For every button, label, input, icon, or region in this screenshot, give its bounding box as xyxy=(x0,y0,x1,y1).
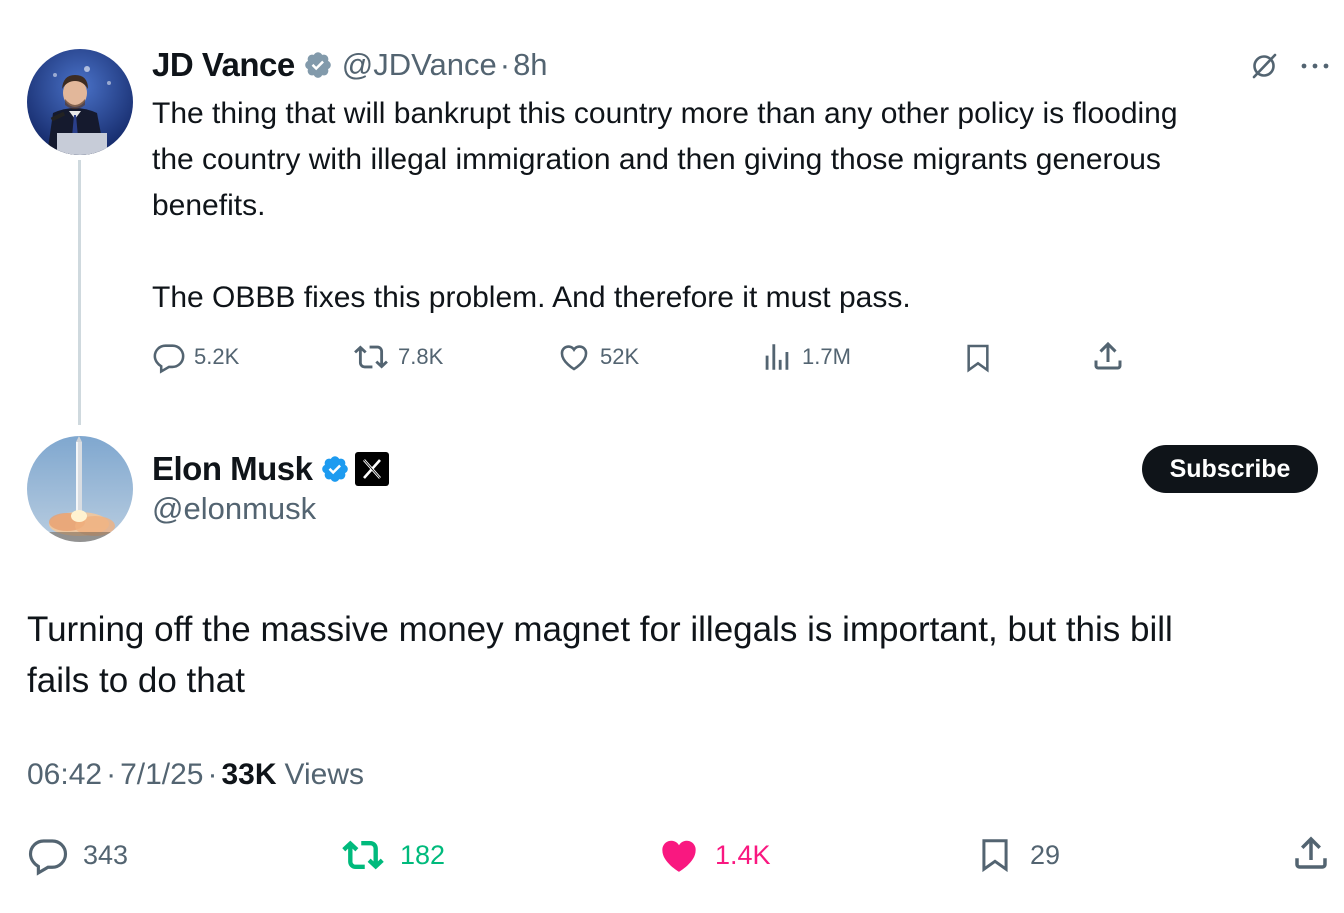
views-label: Views xyxy=(284,758,365,791)
parent-tweet-text: The thing that will bankrupt this countr… xyxy=(152,97,1178,314)
verified-badge-gray-icon xyxy=(303,50,333,80)
views-icon xyxy=(760,340,794,374)
reply-count: 343 xyxy=(83,839,129,870)
reply-button[interactable]: 5.2K xyxy=(152,340,239,374)
author-handle[interactable]: @elonmusk xyxy=(152,491,316,527)
avatar-jdvance[interactable] xyxy=(27,49,133,155)
views-count: 33K xyxy=(221,758,277,791)
parent-header: JD Vance @JDVance · 8h xyxy=(152,44,548,86)
share-button[interactable] xyxy=(1290,832,1332,874)
dot-separator: · xyxy=(499,47,511,82)
time-ago[interactable]: 8h xyxy=(513,47,547,83)
author-name[interactable]: Elon Musk xyxy=(152,450,313,488)
main-tweet-text: Turning off the massive money magnet for… xyxy=(27,610,1173,700)
like-count: 52K xyxy=(600,344,640,369)
reply-icon xyxy=(27,834,69,876)
repost-icon xyxy=(340,834,386,876)
repost-icon xyxy=(352,340,390,374)
dot-separator: · xyxy=(207,758,218,791)
tweet-date[interactable]: 7/1/25 xyxy=(120,758,203,792)
views-count: 1.7M xyxy=(802,344,851,369)
grok-icon[interactable] xyxy=(1248,50,1280,87)
like-button[interactable]: 52K xyxy=(556,340,639,374)
reply-button[interactable]: 343 xyxy=(27,834,128,876)
share-icon xyxy=(1090,338,1126,374)
views-button[interactable]: 1.7M xyxy=(760,340,851,374)
repost-count: 7.8K xyxy=(398,344,444,369)
dot-separator: · xyxy=(106,758,117,791)
share-icon xyxy=(1290,832,1332,874)
author-name[interactable]: JD Vance xyxy=(152,46,295,84)
like-button[interactable]: 1.4K xyxy=(657,834,771,876)
tweet-time[interactable]: 06:42 xyxy=(27,758,102,792)
more-icon[interactable] xyxy=(1298,56,1332,81)
repost-button[interactable]: 182 xyxy=(340,834,445,876)
tweet-meta: 06:42 · 7/1/25 · 33K Views xyxy=(27,758,364,792)
bookmark-button[interactable]: 29 xyxy=(976,834,1060,876)
repost-button[interactable]: 7.8K xyxy=(352,340,443,374)
thread-connector-line xyxy=(78,160,81,425)
bookmark-count: 29 xyxy=(1030,839,1061,870)
verified-badge-blue-icon xyxy=(320,454,350,484)
subscribe-button[interactable]: Subscribe xyxy=(1142,445,1318,493)
share-button[interactable] xyxy=(1090,338,1126,374)
bookmark-icon xyxy=(962,340,994,376)
main-header: Elon Musk xyxy=(152,448,390,490)
reply-count: 5.2K xyxy=(194,344,240,369)
bookmark-icon xyxy=(976,834,1014,876)
repost-count: 182 xyxy=(400,839,446,870)
x-affiliation-icon[interactable] xyxy=(354,451,390,487)
avatar-elonmusk[interactable] xyxy=(27,436,133,542)
like-icon xyxy=(556,340,592,374)
like-count: 1.4K xyxy=(715,839,771,870)
reply-icon xyxy=(152,340,186,374)
author-handle[interactable]: @JDVance xyxy=(342,47,497,83)
like-icon xyxy=(657,834,701,876)
bookmark-button[interactable] xyxy=(962,340,994,376)
